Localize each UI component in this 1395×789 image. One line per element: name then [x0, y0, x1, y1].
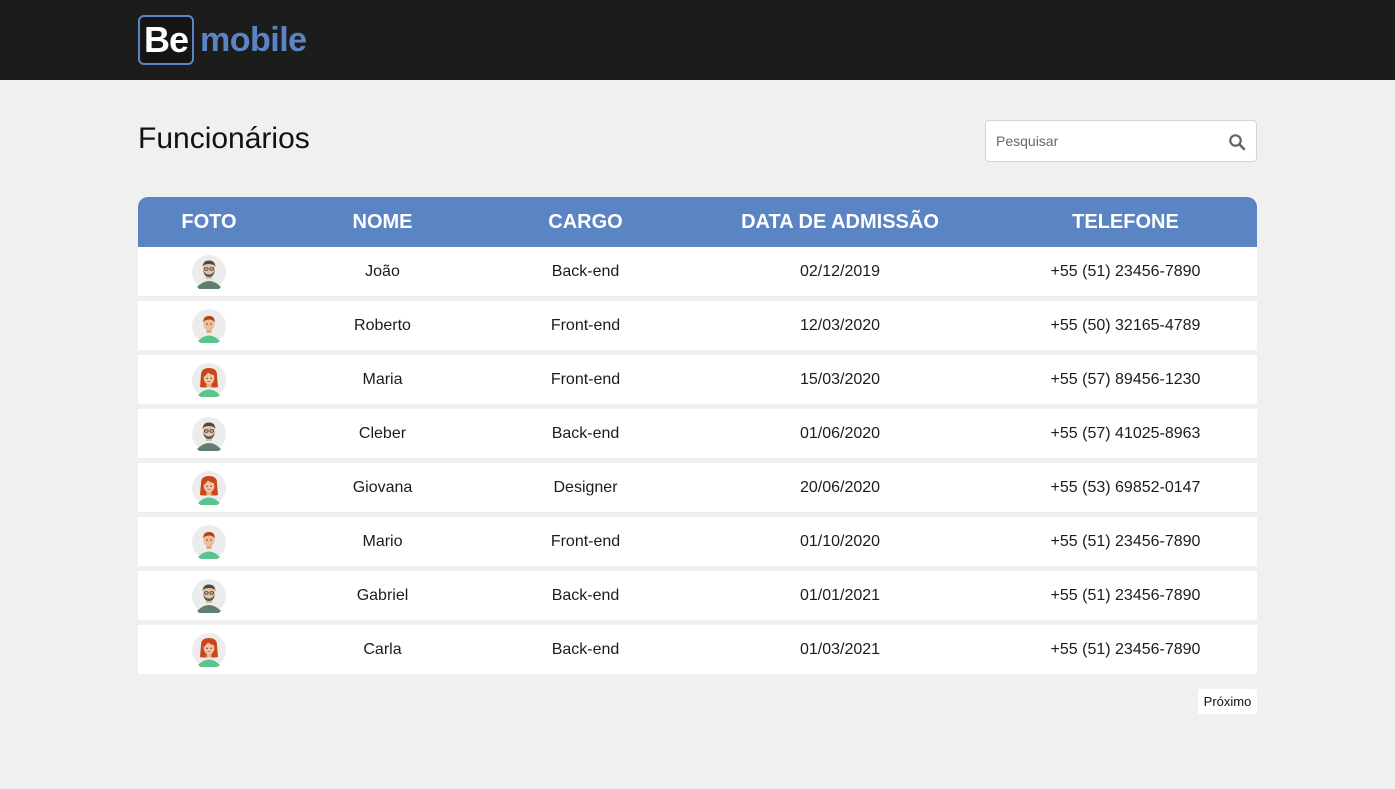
table-row[interactable]: Giovana Designer 20/06/2020 +55 (53) 69852-… [138, 463, 1257, 512]
table-row[interactable]: Gabriel Back-end 01/01/2021 +55 (51) 23456-… [138, 571, 1257, 620]
table-row[interactable]: João Back-end 02/12/2019 +55 (51) 23456-789… [138, 247, 1257, 296]
admission-date-cell: 02/12/2019 [799, 262, 881, 280]
admission-date-cell: 12/03/2020 [799, 316, 881, 334]
search-box [985, 120, 1257, 162]
admission-date-cell: 20/06/2020 [799, 478, 881, 496]
table-row[interactable]: Mario Front-end 01/10/2020 +55 (51) 23456-7… [138, 517, 1257, 566]
phone-cell: +55 (57) 41025-8963 [1050, 424, 1201, 442]
admission-date-cell: 01/10/2020 [799, 532, 881, 550]
admission-date-cell: 01/03/2021 [799, 640, 881, 658]
job-cell: Back-end [551, 262, 620, 280]
man-beard-avatar [192, 416, 226, 451]
next-page-button[interactable]: Próximo [1198, 689, 1257, 714]
photo-cell [138, 632, 280, 667]
name-cell: Carla [363, 640, 402, 658]
column-header-telefone: TELEFONE [1072, 210, 1179, 233]
phone-cell: +55 (51) 23456-7890 [1050, 586, 1201, 604]
photo-cell [138, 578, 280, 613]
column-header-cargo: CARGO [548, 210, 623, 233]
photo-cell [138, 254, 280, 289]
name-cell: Gabriel [356, 586, 409, 604]
phone-cell: +55 (57) 89456-1230 [1050, 370, 1201, 388]
table-row[interactable]: Cleber Back-end 01/06/2020 +55 (57) 41025-8… [138, 409, 1257, 458]
job-cell: Front-end [550, 370, 621, 388]
column-header-data-admissao: DATA DE ADMISSÃO [741, 210, 939, 233]
man-beard-avatar [192, 578, 226, 613]
table-row[interactable]: Maria Front-end 15/03/2020 +55 (57) 89456-1… [138, 355, 1257, 404]
job-cell: Designer [553, 478, 618, 496]
page-title: Funcionários [138, 122, 310, 155]
job-cell: Front-end [550, 532, 621, 550]
name-cell: Giovana [352, 478, 413, 496]
employees-table: FOTO NOME CARGO DATA DE ADMISSÃO TELEFON… [138, 197, 1257, 679]
admission-date-cell: 01/01/2021 [799, 586, 881, 604]
table-body: João Back-end 02/12/2019 +55 (51) 23456-789… [138, 247, 1257, 674]
brand-logo[interactable]: Be mobile [138, 15, 307, 65]
phone-cell: +55 (50) 32165-4789 [1050, 316, 1201, 334]
man-beard-avatar [192, 254, 226, 289]
admission-date-cell: 01/06/2020 [799, 424, 881, 442]
job-cell: Back-end [551, 586, 620, 604]
phone-cell: +55 (51) 23456-7890 [1050, 640, 1201, 658]
column-header-nome: NOME [352, 210, 413, 233]
table-row[interactable]: Carla Back-end 01/03/2021 +55 (51) 23456-78… [138, 625, 1257, 674]
name-cell: João [365, 262, 400, 280]
search-input[interactable] [986, 121, 1216, 161]
woman-redhead-avatar [192, 632, 226, 667]
job-cell: Back-end [551, 424, 620, 442]
job-cell: Back-end [551, 640, 620, 658]
column-header-foto: FOTO [181, 210, 237, 233]
name-cell: Cleber [358, 424, 407, 442]
photo-cell [138, 308, 280, 343]
name-cell: Maria [362, 370, 403, 388]
logo-text: mobile [200, 20, 307, 59]
photo-cell [138, 416, 280, 451]
photo-cell [138, 362, 280, 397]
photo-cell [138, 470, 280, 505]
name-cell: Mario [362, 532, 403, 550]
admission-date-cell: 15/03/2020 [799, 370, 881, 388]
name-cell: Roberto [354, 316, 411, 334]
phone-cell: +55 (51) 23456-7890 [1050, 262, 1201, 280]
search-icon[interactable] [1228, 133, 1246, 151]
table-header: FOTO NOME CARGO DATA DE ADMISSÃO TELEFON… [138, 197, 1257, 247]
young-man-avatar [192, 308, 226, 343]
job-cell: Front-end [550, 316, 621, 334]
phone-cell: +55 (53) 69852-0147 [1050, 478, 1201, 496]
young-man-avatar [192, 524, 226, 559]
photo-cell [138, 524, 280, 559]
table-row[interactable]: Roberto Front-end 12/03/2020 +55 (50) 32165… [138, 301, 1257, 350]
top-bar: Be mobile [0, 0, 1395, 80]
woman-redhead-avatar [192, 470, 226, 505]
phone-cell: +55 (51) 23456-7890 [1050, 532, 1201, 550]
logo-badge: Be [138, 15, 194, 65]
woman-redhead-avatar [192, 362, 226, 397]
